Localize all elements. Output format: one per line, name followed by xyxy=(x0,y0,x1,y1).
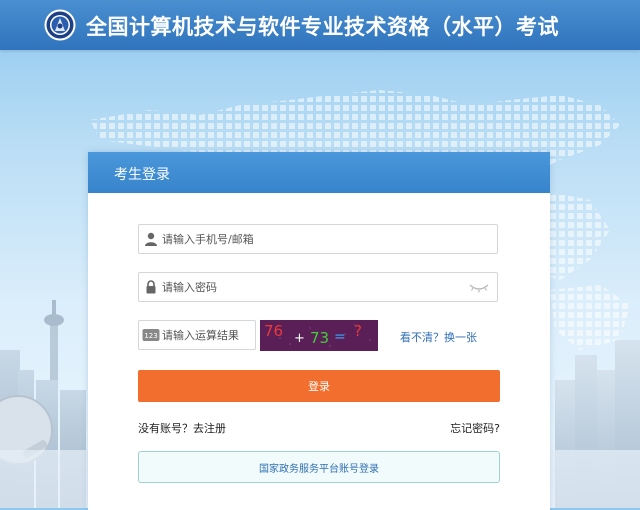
captcha-num-a: 76 xyxy=(264,322,283,340)
eye-closed-icon[interactable] xyxy=(469,282,489,294)
password-input[interactable] xyxy=(162,273,452,301)
captcha-op: + xyxy=(294,331,305,346)
password-field[interactable] xyxy=(138,272,498,302)
captcha-image[interactable]: 76 + 73 = ? xyxy=(260,320,378,351)
forgot-password-link[interactable]: 忘记密码? xyxy=(450,420,500,436)
gov-service-login-button[interactable]: 国家政务服务平台账号登录 xyxy=(138,451,500,483)
login-card-header: 考生登录 xyxy=(88,152,550,193)
refresh-captcha-link[interactable]: 看不清？换一张 xyxy=(400,329,477,345)
account-input[interactable] xyxy=(162,225,482,253)
captcha-eq: = xyxy=(334,329,346,345)
emblem-logo-icon xyxy=(44,9,76,41)
captcha-badge-icon: 123 xyxy=(142,329,160,341)
account-field[interactable] xyxy=(138,224,498,254)
captcha-badge-text: 123 xyxy=(144,332,157,340)
captcha-num-b: 73 xyxy=(310,329,329,347)
login-card: 考生登录 123 xyxy=(88,152,550,510)
register-link[interactable]: 没有账号？去注册 xyxy=(138,420,226,436)
captcha-question: ? xyxy=(354,322,362,340)
lock-icon xyxy=(146,280,156,294)
site-header: 全国计算机技术与软件专业技术资格（水平）考试 xyxy=(0,0,640,50)
captcha-field[interactable]: 123 xyxy=(138,320,256,350)
user-icon xyxy=(145,232,157,246)
login-button[interactable]: 登录 xyxy=(138,370,500,402)
login-title: 考生登录 xyxy=(114,167,170,183)
captcha-input[interactable] xyxy=(162,321,254,349)
site-title: 全国计算机技术与软件专业技术资格（水平）考试 xyxy=(86,15,559,39)
